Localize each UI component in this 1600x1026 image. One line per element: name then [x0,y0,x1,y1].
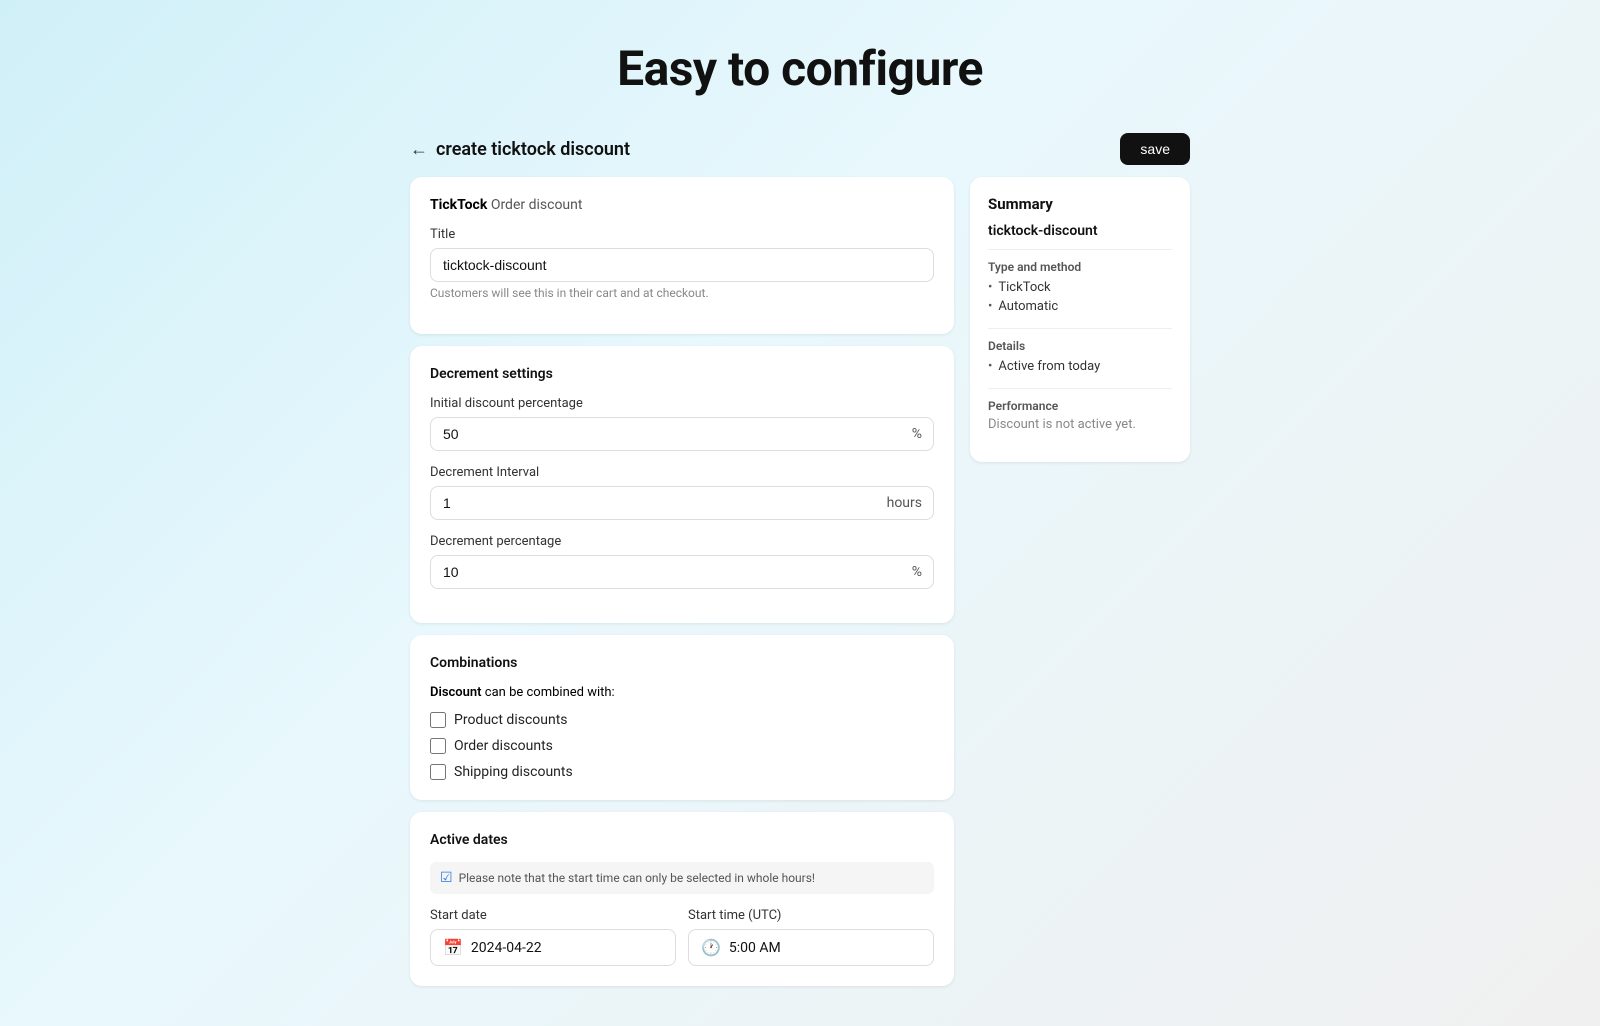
type-item-1: Automatic [988,297,1172,316]
shipping-discounts-checkbox[interactable] [430,764,446,780]
plugin-label: TickTock Order discount [430,197,934,213]
decrement-card-title: Decrement settings [430,366,934,382]
page-title: Easy to configure [617,40,983,97]
order-discounts-item[interactable]: Order discounts [430,738,934,754]
plugin-name: TickTock [430,197,487,213]
left-column: TickTock Order discount Title Customers … [410,177,954,986]
start-time-field: Start time (UTC) 🕐 5:00 AM [688,908,934,966]
title-input[interactable] [430,248,934,282]
initial-discount-wrapper: % [430,417,934,451]
performance-section: Performance Discount is not active yet. [988,399,1172,432]
type-method-list: TickTock Automatic [988,278,1172,316]
shipping-discounts-label: Shipping discounts [454,764,573,780]
combinations-card-title: Combinations [430,655,934,671]
page-heading: create ticktock discount [436,139,630,160]
type-method-section: Type and method TickTock Automatic [988,260,1172,316]
performance-note: Discount is not active yet. [988,417,1172,432]
checkbox-group: Product discounts Order discounts Shippi… [430,712,934,780]
details-section: Details Active from today [988,339,1172,376]
initial-discount-group: Initial discount percentage % [430,396,934,451]
title-field-hint: Customers will see this in their cart an… [430,286,934,300]
interval-group: Decrement Interval hours [430,465,934,520]
combinations-rest: can be combined with: [482,685,615,700]
order-discounts-label: Order discounts [454,738,553,754]
content-area: TickTock Order discount Title Customers … [410,177,1190,986]
calendar-icon: 📅 [443,938,463,957]
title-input-wrapper [430,248,934,282]
decrement-card: Decrement settings Initial discount perc… [410,346,954,623]
right-column: Summary ticktock-discount Type and metho… [970,177,1190,462]
active-dates-note-text: Please note that the start time can only… [459,871,815,885]
product-discounts-item[interactable]: Product discounts [430,712,934,728]
decrement-pct-group: Decrement percentage % [430,534,934,589]
interval-label: Decrement Interval [430,465,934,480]
title-field-group: Title Customers will see this in their c… [430,227,934,300]
summary-card: Summary ticktock-discount Type and metho… [970,177,1190,462]
start-time-value: 5:00 AM [729,940,781,956]
decrement-pct-input[interactable] [430,555,934,589]
decrement-pct-wrapper: % [430,555,934,589]
active-dates-note: ☑ Please note that the start time can on… [430,862,934,894]
start-date-label: Start date [430,908,676,923]
details-title: Details [988,339,1172,353]
summary-divider-1 [988,249,1172,250]
main-container: ← create ticktock discount save TickTock… [410,133,1190,986]
start-date-field: Start date 📅 2024-04-22 [430,908,676,966]
interval-input[interactable] [430,486,934,520]
date-row: Start date 📅 2024-04-22 Start time (UTC)… [430,908,934,966]
decrement-pct-label: Decrement percentage [430,534,934,549]
combinations-card: Combinations Discount can be combined wi… [410,635,954,800]
check-icon: ☑ [440,870,453,886]
start-date-input-wrapper[interactable]: 📅 2024-04-22 [430,929,676,966]
clock-icon: 🕐 [701,938,721,957]
summary-discount-name: ticktock-discount [988,223,1172,239]
type-method-title: Type and method [988,260,1172,274]
start-date-value: 2024-04-22 [471,940,542,956]
active-dates-card: Active dates ☑ Please note that the star… [410,812,954,986]
start-time-label: Start time (UTC) [688,908,934,923]
top-bar-left: ← create ticktock discount [410,139,630,160]
back-arrow-icon[interactable]: ← [410,139,428,160]
product-discounts-checkbox[interactable] [430,712,446,728]
shipping-discounts-item[interactable]: Shipping discounts [430,764,934,780]
top-bar: ← create ticktock discount save [410,133,1190,165]
initial-discount-input[interactable] [430,417,934,451]
combinations-bold: Discount [430,685,482,700]
details-list: Active from today [988,357,1172,376]
interval-wrapper: hours [430,486,934,520]
plugin-type: Order discount [491,197,583,213]
combinations-label: Discount can be combined with: [430,685,934,700]
save-button[interactable]: save [1120,133,1190,165]
order-discounts-checkbox[interactable] [430,738,446,754]
summary-divider-3 [988,388,1172,389]
initial-discount-label: Initial discount percentage [430,396,934,411]
title-card: TickTock Order discount Title Customers … [410,177,954,334]
performance-title: Performance [988,399,1172,413]
title-field-label: Title [430,227,934,242]
active-dates-title: Active dates [430,832,934,848]
product-discounts-label: Product discounts [454,712,568,728]
details-item-0: Active from today [988,357,1172,376]
start-time-input-wrapper[interactable]: 🕐 5:00 AM [688,929,934,966]
summary-title: Summary [988,195,1172,213]
summary-divider-2 [988,328,1172,329]
type-item-0: TickTock [988,278,1172,297]
